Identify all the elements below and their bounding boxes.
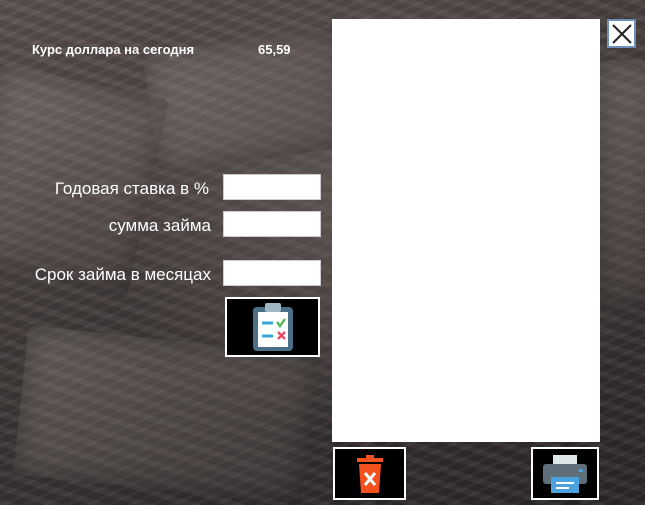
- loan-term-label: Срок займа в месяцах: [34, 265, 211, 284]
- loan-amount-label: сумма займа: [108, 216, 211, 235]
- clipboard-checklist-icon: [252, 303, 293, 351]
- trash-icon: [356, 454, 383, 493]
- annual-rate-input[interactable]: [223, 174, 321, 200]
- calculate-button[interactable]: [225, 297, 320, 357]
- loan-amount-input[interactable]: [223, 211, 321, 237]
- loan-term-input[interactable]: [223, 260, 321, 286]
- annual-rate-label: Годовая ставка в %: [54, 179, 209, 198]
- close-icon: [611, 23, 632, 44]
- delete-button[interactable]: [333, 447, 406, 500]
- background-banknote: [600, 60, 645, 310]
- print-button[interactable]: [531, 447, 599, 500]
- close-button[interactable]: [607, 19, 636, 48]
- printer-icon: [543, 454, 587, 493]
- exchange-rate-label: Курс доллара на сегодня: [32, 42, 195, 57]
- result-output-panel[interactable]: [332, 19, 600, 442]
- exchange-rate-value: 65,59: [258, 42, 291, 57]
